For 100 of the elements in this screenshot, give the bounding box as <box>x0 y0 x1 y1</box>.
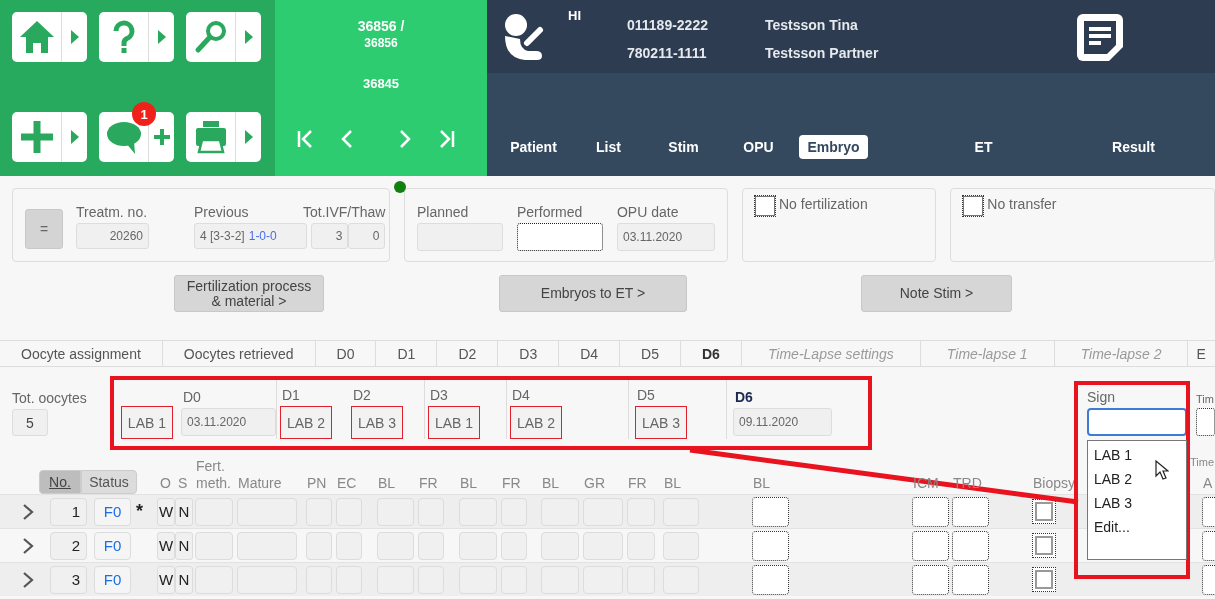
notes-icon[interactable] <box>1075 12 1125 64</box>
speech-bubble-button[interactable] <box>99 112 174 162</box>
caret-icon <box>157 30 166 44</box>
lab-field[interactable]: LAB 2 <box>280 406 333 439</box>
date-field[interactable]: 09.11.2020 <box>733 408 832 436</box>
sign-field[interactable] <box>1087 408 1187 436</box>
treatment-number-field[interactable]: 20260 <box>76 223 149 249</box>
home-button[interactable] <box>12 12 87 62</box>
dropdown-option[interactable]: Edit... <box>1088 515 1186 539</box>
patient-name: Testsson Partner <box>765 45 880 61</box>
dropdown-option[interactable]: LAB 1 <box>1088 443 1186 467</box>
field-label: Performed <box>516 204 584 220</box>
field-label: Tot. oocytes <box>12 390 88 406</box>
printer-button[interactable] <box>186 112 261 162</box>
expand-row-icon[interactable] <box>22 502 34 521</box>
dropdown-option[interactable]: LAB 3 <box>1088 491 1186 515</box>
input-cell[interactable] <box>752 564 789 595</box>
day-label: D4 <box>511 387 530 403</box>
main-tab[interactable]: Embryo <box>799 135 868 159</box>
time-field[interactable] <box>1196 408 1215 436</box>
table-cell: N <box>175 531 193 560</box>
biopsy-checkbox[interactable] <box>1032 567 1056 592</box>
day-label: D3 <box>429 387 448 403</box>
column-header: O <box>159 475 172 493</box>
flag-mark: * <box>135 501 144 522</box>
patient-id: 780211-1111 <box>627 45 708 61</box>
patient-tag: HI <box>568 8 581 23</box>
day-label: D5 <box>636 387 655 403</box>
checkbox-label: No fertilization <box>778 196 868 212</box>
lab-field[interactable]: LAB 1 <box>120 406 173 439</box>
field-label: Treatm. no. <box>76 204 149 220</box>
input-cell[interactable] <box>912 496 949 527</box>
input-cell[interactable] <box>952 564 989 595</box>
main-tab[interactable]: OPU <box>735 135 782 159</box>
date-field[interactable] <box>516 223 603 251</box>
date-field[interactable]: 03.11.2020 <box>616 223 715 251</box>
plus-button[interactable] <box>12 112 87 162</box>
action-button[interactable]: Fertilization process & material > <box>174 275 324 312</box>
lab-field[interactable]: LAB 3 <box>635 406 688 439</box>
oocyte-count-field[interactable]: 5 <box>12 409 48 436</box>
help-button[interactable] <box>99 12 174 62</box>
column-header: GR <box>583 475 606 493</box>
main-tab[interactable]: Result <box>1104 135 1163 159</box>
patient-id: 011189-2222 <box>627 17 709 33</box>
checkbox[interactable] <box>754 196 775 216</box>
action-button[interactable]: Note Stim > <box>861 275 1012 312</box>
row-number-cell: 3 <box>50 565 87 594</box>
day-label: D6 <box>734 389 753 405</box>
column-header: Biopsy <box>1032 475 1077 493</box>
field-label: OPU date <box>616 204 680 220</box>
caret-icon <box>244 30 253 44</box>
record-number: 36845 <box>362 76 400 91</box>
dropdown-option[interactable]: LAB 2 <box>1088 467 1186 491</box>
day-label: D2 <box>352 387 371 403</box>
table-cell: W <box>157 497 175 526</box>
lab-field[interactable]: LAB 1 <box>428 406 481 439</box>
previous-value: 4 [3-3-2] <box>200 229 245 243</box>
column-header: S <box>177 475 189 493</box>
caret-icon <box>244 130 253 144</box>
expand-row-icon[interactable] <box>22 570 34 589</box>
status-cell[interactable]: F0 <box>94 565 131 594</box>
input-cell[interactable] <box>752 496 789 527</box>
status-cell[interactable]: F0 <box>94 531 131 560</box>
table-cell: N <box>175 497 193 526</box>
column-header: Fert. meth. <box>195 458 232 493</box>
biopsy-checkbox[interactable] <box>1032 533 1056 558</box>
field-label: Sign <box>1087 389 1117 405</box>
sort-button[interactable]: Status <box>81 470 137 494</box>
ivf-count-field[interactable]: 3 <box>311 223 349 249</box>
expand-row-icon[interactable] <box>22 536 34 555</box>
equals-button[interactable]: = <box>25 209 63 249</box>
row-number-cell: 1 <box>50 497 87 526</box>
search-button[interactable] <box>186 12 261 62</box>
input-cell[interactable] <box>952 496 989 527</box>
thaw-count-field[interactable]: 0 <box>348 223 386 249</box>
lab-field[interactable]: LAB 3 <box>351 406 404 439</box>
main-tab[interactable]: Stim <box>660 135 707 159</box>
field-label: Tot.IVF/Thaw <box>303 204 386 220</box>
table-cell: W <box>157 531 175 560</box>
previous-outcome: 1-0-0 <box>248 229 277 243</box>
status-cell[interactable]: F0 <box>94 497 131 526</box>
input-cell[interactable] <box>952 530 989 561</box>
checkbox[interactable] <box>963 196 984 216</box>
input-cell[interactable] <box>912 530 949 561</box>
column-header: FR <box>627 475 648 493</box>
field-label: Tim <box>1196 393 1215 405</box>
main-tab[interactable]: Patient <box>502 135 565 159</box>
column-header: BL <box>377 475 397 493</box>
input-cell[interactable] <box>752 530 789 561</box>
main-tab[interactable]: List <box>588 135 629 159</box>
lab-field[interactable]: LAB 2 <box>510 406 563 439</box>
previous-field[interactable]: 4 [3-3-2] 1-0-0 <box>194 223 307 249</box>
date-field[interactable]: 03.11.2020 <box>181 408 276 436</box>
table-cell: N <box>175 565 193 594</box>
main-tab[interactable]: ET <box>966 135 1001 159</box>
input-cell[interactable] <box>912 564 949 595</box>
action-button[interactable]: Embryos to ET > <box>499 275 687 312</box>
column-header: EC <box>336 475 358 493</box>
biopsy-checkbox[interactable] <box>1032 499 1056 524</box>
sort-button[interactable]: No. <box>39 470 81 494</box>
